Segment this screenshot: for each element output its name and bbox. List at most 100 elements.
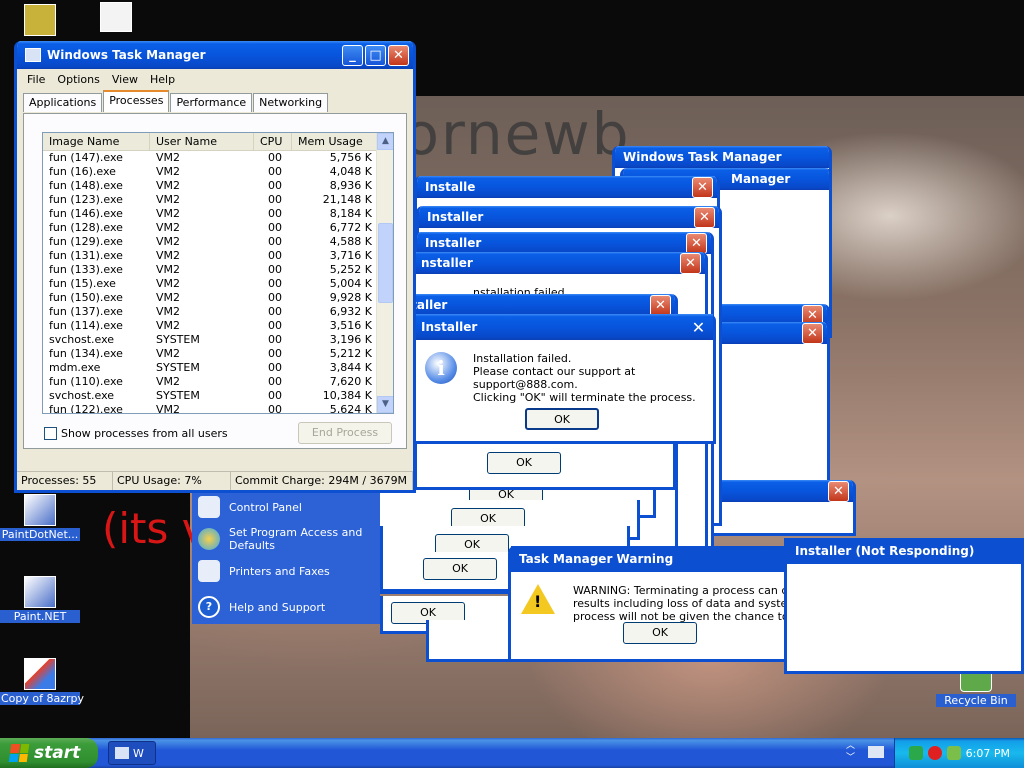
taskbar: start W ︿ ﹀ 6:07 PM — [0, 738, 1024, 768]
process-row[interactable]: fun (123).exe VM2 00 21,148 K — [43, 193, 393, 207]
tab-applications[interactable]: Applications — [23, 93, 103, 112]
close-icon[interactable]: ✕ — [694, 206, 715, 228]
process-image-name: fun (147).exe — [49, 151, 123, 164]
show-all-processes-checkbox[interactable]: Show processes from all users — [44, 427, 228, 440]
window-title-bar[interactable]: Installer ✕ — [417, 232, 711, 254]
window-title-bar[interactable]: Installer ✕ — [419, 206, 719, 228]
keyboard-icon[interactable] — [868, 746, 884, 758]
start-menu-item-printers[interactable]: Printers and Faxes — [192, 558, 380, 584]
process-image-name: fun (15).exe — [49, 277, 116, 290]
window-title-bar[interactable]: nstaller ✕ — [413, 252, 705, 274]
process-row[interactable]: fun (146).exe VM2 00 8,184 K — [43, 207, 393, 221]
taskbar-task-button[interactable]: W — [108, 741, 156, 765]
menu-help[interactable]: Help — [144, 73, 181, 86]
desktop-icon-top-2[interactable] — [76, 2, 156, 34]
column-image-name[interactable]: Image Name — [43, 133, 150, 150]
process-row[interactable]: fun (128).exe VM2 00 6,772 K — [43, 221, 393, 235]
window-title-bar[interactable]: Task Manager Warning — [511, 546, 785, 572]
process-row[interactable]: fun (137).exe VM2 00 6,932 K — [43, 305, 393, 319]
close-icon[interactable]: ✕ — [680, 252, 701, 274]
process-row[interactable]: fun (129).exe VM2 00 4,588 K — [43, 235, 393, 249]
desktop-icon-paint-net[interactable]: Paint.NET — [0, 576, 80, 623]
process-list-scrollbar[interactable]: ▲ ▼ — [376, 133, 393, 413]
window-title-bar[interactable]: Installe ✕ — [417, 176, 717, 198]
taskbar-scroll-arrows-icon[interactable]: ︿ ﹀ — [846, 740, 855, 764]
process-cpu: 00 — [268, 221, 282, 234]
scroll-down-icon[interactable]: ▼ — [377, 396, 393, 413]
system-tray: 6:07 PM — [894, 738, 1024, 768]
tab-performance[interactable]: Performance — [170, 93, 253, 112]
process-mem-usage: 7,620 K — [329, 375, 372, 388]
menu-bar: File Options View Help — [17, 69, 413, 89]
process-row[interactable]: fun (114).exe VM2 00 3,516 K — [43, 319, 393, 333]
desktop-icon-copy-of-8azrpy[interactable]: Copy of 8azrpy — [0, 658, 84, 705]
window-title-bar[interactable]: ✕ — [703, 480, 853, 502]
end-process-button[interactable]: End Process — [298, 422, 392, 444]
close-icon[interactable]: ✕ — [686, 232, 707, 254]
window-title: Windows Task Manager — [623, 150, 782, 164]
desktop-icon-top-1[interactable] — [0, 4, 80, 38]
menu-file[interactable]: File — [21, 73, 51, 86]
process-mem-usage: 5,624 K — [329, 403, 372, 414]
window-title-bar[interactable]: Installer ✕ — [413, 314, 713, 340]
process-row[interactable]: fun (16).exe VM2 00 4,048 K — [43, 165, 393, 179]
close-icon[interactable]: ✕ — [688, 317, 709, 338]
window-title-bar[interactable]: Installer ✕ — [383, 294, 675, 316]
security-alert-icon[interactable] — [927, 746, 942, 760]
column-cpu[interactable]: CPU — [254, 133, 292, 150]
process-row[interactable]: svchost.exe SYSTEM 00 10,384 K — [43, 389, 393, 403]
process-row[interactable]: fun (110).exe VM2 00 7,620 K — [43, 375, 393, 389]
start-menu-item-program-access[interactable]: Set Program Access and Defaults — [192, 524, 380, 554]
process-row[interactable]: fun (134).exe VM2 00 5,212 K — [43, 347, 393, 361]
scroll-up-icon[interactable]: ▲ — [377, 133, 393, 150]
process-list-header: Image Name User Name CPU Mem Usage — [43, 133, 393, 151]
window-title-bar[interactable]: Windows Task Manager — [615, 146, 829, 168]
tab-networking[interactable]: Networking — [253, 93, 329, 112]
process-row[interactable]: fun (15).exe VM2 00 5,004 K — [43, 277, 393, 291]
ok-button[interactable]: OK — [525, 408, 599, 430]
close-icon[interactable]: ✕ — [828, 480, 849, 502]
window-title-bar[interactable]: Windows Task Manager _ □ ✕ — [17, 41, 413, 69]
process-row[interactable]: fun (147).exe VM2 00 5,756 K — [43, 151, 393, 165]
menu-view[interactable]: View — [106, 73, 144, 86]
ok-button[interactable]: OK — [623, 622, 697, 644]
process-row[interactable]: fun (131).exe VM2 00 3,716 K — [43, 249, 393, 263]
start-menu-item-control-panel[interactable]: Control Panel — [192, 494, 380, 520]
window-title: Installe — [425, 180, 476, 194]
desktop-icon-paintdotnet[interactable]: PaintDotNet... — [0, 494, 80, 541]
control-panel-icon — [198, 496, 220, 518]
process-row[interactable]: fun (133).exe VM2 00 5,252 K — [43, 263, 393, 277]
maximize-icon[interactable]: □ — [365, 44, 386, 66]
process-image-name: svchost.exe — [49, 389, 115, 402]
start-menu-item-help[interactable]: ? Help and Support — [192, 594, 380, 620]
window-title-bar[interactable]: Installer (Not Responding) — [787, 538, 1021, 564]
column-user-name[interactable]: User Name — [150, 133, 254, 150]
task-manager-icon — [115, 747, 129, 759]
process-row[interactable]: fun (150).exe VM2 00 9,928 K — [43, 291, 393, 305]
minimize-icon[interactable]: _ — [342, 44, 363, 66]
process-row[interactable]: fun (148).exe VM2 00 8,936 K — [43, 179, 393, 193]
process-image-name: fun (114).exe — [49, 319, 123, 332]
close-icon[interactable]: ✕ — [650, 294, 671, 316]
process-row[interactable]: fun (122).exe VM2 00 5,624 K — [43, 403, 393, 414]
menu-options[interactable]: Options — [51, 73, 105, 86]
column-mem-usage[interactable]: Mem Usage — [292, 133, 378, 150]
scroll-thumb[interactable] — [378, 223, 393, 303]
ok-button[interactable]: OK — [423, 558, 497, 580]
checkbox-box[interactable] — [44, 427, 57, 440]
task-manager-icon — [25, 48, 41, 62]
close-icon[interactable]: ✕ — [692, 176, 713, 198]
process-list[interactable]: Image Name User Name CPU Mem Usage fun (… — [42, 132, 394, 414]
process-row[interactable]: mdm.exe SYSTEM 00 3,844 K — [43, 361, 393, 375]
close-icon[interactable]: ✕ — [802, 322, 823, 344]
process-row[interactable]: svchost.exe SYSTEM 00 3,196 K — [43, 333, 393, 347]
network-icon[interactable] — [908, 746, 923, 760]
close-icon[interactable]: ✕ — [388, 44, 409, 66]
ok-button[interactable]: OK — [487, 452, 561, 474]
tab-processes[interactable]: Processes — [103, 90, 170, 112]
process-user-name: VM2 — [156, 221, 181, 234]
process-user-name: VM2 — [156, 319, 181, 332]
update-icon[interactable] — [946, 746, 961, 760]
process-image-name: fun (137).exe — [49, 305, 123, 318]
start-button[interactable]: start — [0, 738, 98, 768]
